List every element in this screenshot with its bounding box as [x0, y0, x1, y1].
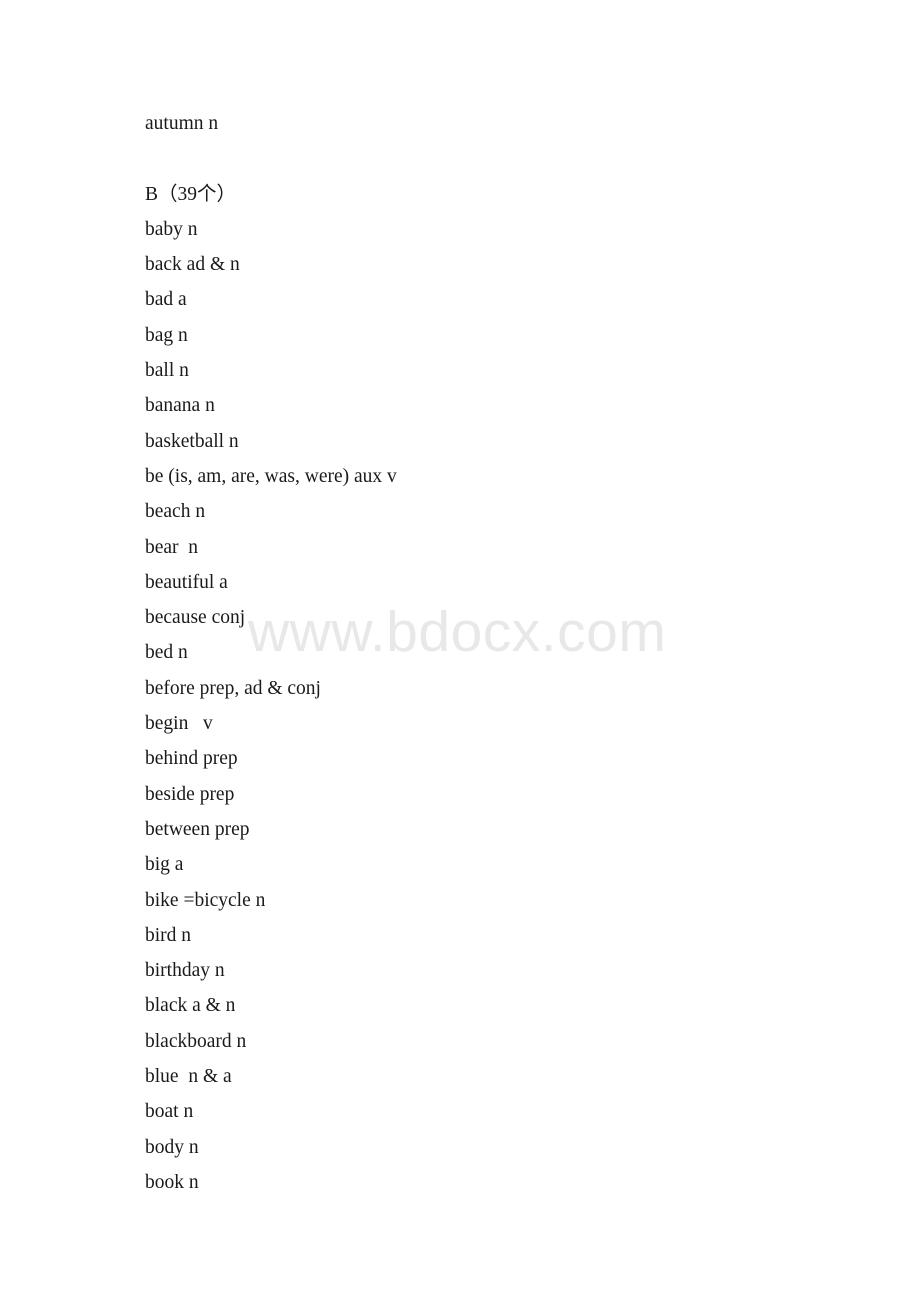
word-entry: book n [145, 1171, 199, 1193]
word-entry: beach n [145, 501, 206, 523]
word-entry: autumn n [145, 113, 219, 134]
word-entry: bad a [145, 289, 187, 311]
word-entry: basketball n [145, 430, 239, 452]
word-entry: bed n [145, 642, 188, 664]
word-entry: black a & n [145, 995, 236, 1017]
word-entry: ball n [145, 360, 189, 382]
word-entry: bird n [145, 924, 192, 946]
word-entry: before prep, ad & conj [145, 677, 321, 699]
word-entry: boat n [145, 1101, 194, 1123]
word-entry: birthday n [145, 960, 225, 982]
word-entry: blackboard n [145, 1030, 247, 1052]
word-entry: bear n [145, 536, 199, 558]
section-heading: B（39个） [145, 183, 237, 205]
word-list-body: autumn n B（39个） baby n back ad & n bad a bag… [145, 106, 845, 1200]
word-entry: banana n [145, 395, 215, 417]
word-entry: big a [145, 854, 184, 876]
word-entry: blue n & a [145, 1066, 232, 1088]
word-entry: behind prep [145, 748, 238, 770]
word-entry: beside prep [145, 783, 235, 805]
word-entry: begin v [145, 713, 213, 735]
word-entry: bike =bicycle n [145, 889, 266, 911]
word-entry: bag n [145, 324, 188, 346]
word-entry: beautiful a [145, 571, 228, 593]
word-entry: back ad & n [145, 254, 240, 276]
word-entry: because conj [145, 607, 246, 629]
word-entry: between prep [145, 818, 250, 840]
word-entry: body n [145, 1136, 199, 1158]
document-page: www.bdocx.com autumn n B（39个） baby n back … [0, 0, 920, 1302]
word-entry: be (is, am, are, was, were) aux v [145, 465, 397, 487]
word-entry: baby n [145, 218, 198, 240]
